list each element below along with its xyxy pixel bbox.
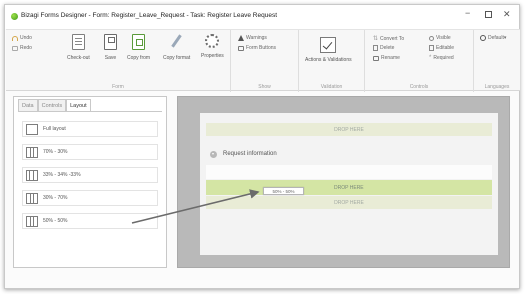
- undo-button[interactable]: Undo: [12, 35, 32, 41]
- actions-validations-button[interactable]: Actions & Validations: [305, 37, 352, 63]
- checkout-label: Check-out: [67, 55, 90, 61]
- layout-two-col-icon: [26, 215, 38, 227]
- asterisk-icon: *: [429, 55, 432, 61]
- toolbox-panel: Data Controls Layout Full layout 70% - 3…: [13, 96, 167, 268]
- visible-label: Visible: [436, 35, 451, 41]
- ribbon-group-form: Undo Redo Check-out Save Copy from Copy …: [6, 30, 231, 92]
- copy-from-icon: [132, 34, 146, 50]
- close-button[interactable]: ✕: [503, 9, 511, 20]
- redo-button[interactable]: Redo: [12, 45, 32, 51]
- chevron-down-icon[interactable]: [210, 150, 217, 158]
- dragged-layout-ghost[interactable]: 50% - 50%: [263, 187, 304, 195]
- checkout-icon: [71, 34, 85, 50]
- form-buttons-button[interactable]: Form Buttons: [238, 45, 276, 51]
- layout-item-30-70[interactable]: 30% - 70%: [22, 190, 158, 206]
- convert-icon: ⇅: [373, 36, 379, 42]
- form-surface: DROP HERE Request information DROP HERE …: [200, 113, 498, 255]
- bizagi-logo-icon: [11, 13, 18, 20]
- window-title: Bizagi Forms Designer - Form: Register_L…: [21, 12, 278, 19]
- layout-item-label: 33% - 34% -33%: [43, 172, 81, 178]
- minimize-button[interactable]: −: [465, 8, 470, 18]
- ribbon-group-languages: Default▾ Languages: [474, 30, 520, 92]
- drop-zone-active[interactable]: DROP HERE: [206, 180, 492, 195]
- properties-button[interactable]: Properties: [201, 34, 224, 59]
- copy-from-button[interactable]: Copy from: [127, 34, 150, 61]
- tab-data[interactable]: Data: [18, 99, 38, 111]
- ribbon-group-validation: Actions & Validations Validation: [299, 30, 365, 92]
- default-language-label: Default▾: [488, 35, 507, 41]
- layout-item-33-34-33[interactable]: 33% - 34% -33%: [22, 167, 158, 183]
- layout-full-icon: [26, 123, 38, 135]
- layout-item-label: 70% - 30%: [43, 149, 68, 155]
- save-button[interactable]: Save: [104, 34, 117, 61]
- rename-button[interactable]: Rename: [373, 55, 400, 61]
- delete-button[interactable]: Delete: [373, 45, 394, 51]
- layout-item-label: 30% - 70%: [43, 195, 68, 201]
- ribbon-group-controls: ⇅ Convert To Delete Rename Visible Edita…: [365, 30, 474, 92]
- eye-icon: [429, 35, 434, 41]
- ribbon-group-label-validation: Validation: [320, 84, 343, 90]
- undo-icon: [12, 35, 18, 41]
- checkbox-icon: [320, 37, 337, 53]
- redo-label: Redo: [20, 45, 32, 51]
- delete-label: Delete: [380, 45, 395, 51]
- rename-icon: [373, 55, 379, 61]
- undo-label: Undo: [20, 35, 32, 41]
- editable-button[interactable]: Editable: [429, 45, 454, 51]
- ribbon-group-label-languages: Languages: [484, 84, 510, 90]
- group-request-information[interactable]: Request information: [206, 143, 492, 165]
- warnings-button[interactable]: Warnings: [238, 35, 267, 41]
- tab-layout[interactable]: Layout: [66, 99, 91, 111]
- copy-format-label: Copy format: [163, 55, 191, 61]
- warning-icon: [238, 35, 244, 41]
- properties-label: Properties: [201, 53, 224, 59]
- layout-item-full[interactable]: Full layout: [22, 121, 158, 137]
- group-title: Request information: [223, 151, 277, 157]
- layout-two-col-icon: [26, 192, 38, 204]
- format-brush-icon: [170, 34, 183, 50]
- actions-validations-label: Actions & Validations: [305, 57, 352, 63]
- layout-three-col-icon: [26, 169, 38, 181]
- required-label: Required: [433, 55, 454, 61]
- tab-controls[interactable]: Controls: [37, 99, 67, 111]
- layout-item-70-30[interactable]: 70% - 30%: [22, 144, 158, 160]
- globe-icon: [480, 35, 486, 41]
- toolbox-tabs: Data Controls Layout: [18, 99, 91, 111]
- editable-label: Editable: [436, 45, 455, 51]
- drop-zone-bottom[interactable]: DROP HERE: [206, 196, 492, 209]
- edit-icon: [429, 45, 434, 51]
- copy-format-button[interactable]: Copy format: [163, 34, 190, 61]
- checkout-button[interactable]: Check-out: [67, 34, 90, 61]
- form-buttons-icon: [238, 45, 244, 51]
- drop-zone-top[interactable]: DROP HERE: [206, 123, 492, 136]
- layout-two-col-icon: [26, 146, 38, 158]
- copy-from-label: Copy from: [127, 55, 151, 61]
- required-button[interactable]: * Required: [429, 55, 454, 61]
- delete-icon: [373, 45, 378, 51]
- title-bar: Bizagi Forms Designer - Form: Register_L…: [5, 5, 519, 29]
- gear-icon: [205, 34, 220, 48]
- visible-button[interactable]: Visible: [429, 35, 451, 41]
- tab-divider: [18, 111, 162, 112]
- group-body: [206, 165, 492, 179]
- rename-label: Rename: [381, 55, 400, 61]
- maximize-button[interactable]: [485, 11, 492, 18]
- layout-item-label: Full layout: [43, 126, 66, 132]
- ribbon-group-show: Warnings Form Buttons Show: [231, 30, 299, 92]
- form-buttons-label: Form Buttons: [246, 45, 277, 51]
- ribbon-group-label-show: Show: [258, 84, 271, 90]
- ribbon-group-label-form: Form: [112, 84, 124, 90]
- convert-to-label: Convert To: [380, 35, 405, 42]
- save-icon: [104, 34, 117, 50]
- form-design-canvas: DROP HERE Request information DROP HERE …: [177, 96, 510, 268]
- convert-to-button[interactable]: ⇅ Convert To: [373, 35, 405, 43]
- default-language-dropdown[interactable]: Default▾: [480, 35, 506, 41]
- ribbon-group-label-controls: Controls: [409, 84, 429, 90]
- ribbon-toolbar: Undo Redo Check-out Save Copy from Copy …: [6, 29, 520, 92]
- warnings-label: Warnings: [246, 35, 267, 41]
- save-label: Save: [104, 55, 117, 61]
- layout-item-label: 50% - 50%: [43, 218, 68, 224]
- redo-icon: [12, 45, 18, 51]
- layout-item-50-50[interactable]: 50% - 50%: [22, 213, 158, 229]
